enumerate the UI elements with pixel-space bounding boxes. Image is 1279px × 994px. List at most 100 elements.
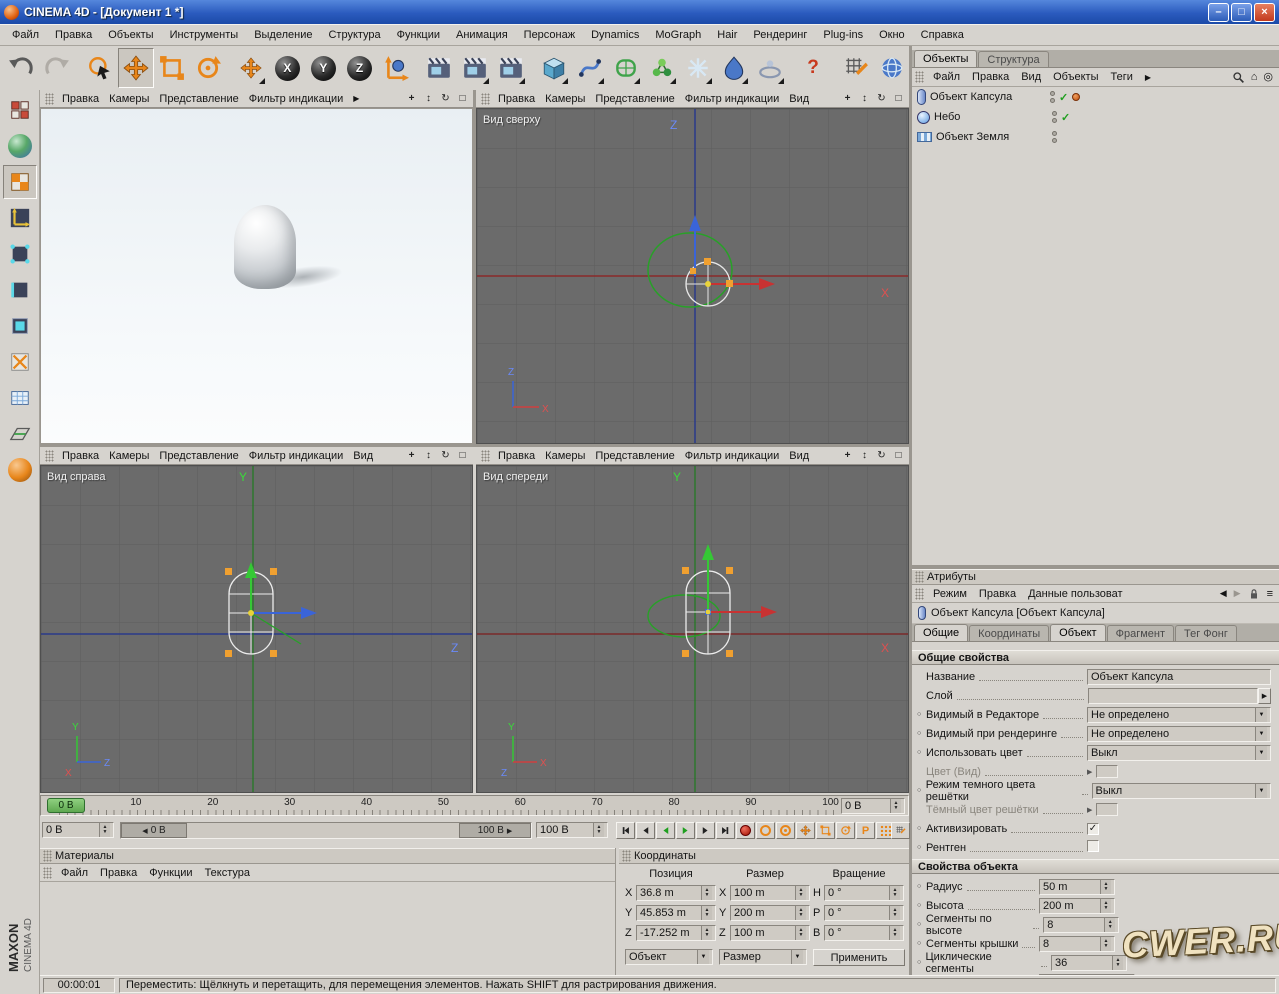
rotate-view-icon[interactable]: ↻ bbox=[873, 91, 890, 107]
viewport-menu-item[interactable]: Фильтр индикации bbox=[680, 93, 785, 105]
object-row-floor[interactable]: Объект Земля bbox=[912, 127, 1279, 147]
zoom-view-icon[interactable]: ↕ bbox=[420, 448, 437, 464]
spinner[interactable] bbox=[1112, 956, 1123, 970]
lock-icon[interactable] bbox=[1248, 588, 1260, 600]
toggle-view-icon[interactable]: □ bbox=[454, 448, 471, 464]
dropdown-arrow-icon[interactable] bbox=[1255, 746, 1267, 760]
viewport-menu-item[interactable]: Правка bbox=[493, 450, 540, 462]
range-slider-right-handle[interactable]: 100 B▶ bbox=[459, 823, 531, 838]
axis-modifier-icon[interactable] bbox=[3, 453, 37, 487]
zoom-view-icon[interactable]: ↕ bbox=[856, 91, 873, 107]
size-x-field[interactable]: 100 m bbox=[730, 885, 810, 901]
capsule-object[interactable] bbox=[234, 205, 296, 289]
menu-item[interactable]: Справка bbox=[913, 26, 972, 44]
om-menu-item[interactable]: Правка bbox=[966, 71, 1015, 83]
add-environment-icon[interactable] bbox=[752, 48, 788, 88]
spinner[interactable] bbox=[889, 906, 900, 920]
section-general[interactable]: Общие свойства bbox=[912, 650, 1279, 665]
menu-item[interactable]: Файл bbox=[4, 26, 47, 44]
enabled-check-icon[interactable]: ✓ bbox=[1059, 91, 1068, 104]
panel-grip-icon[interactable] bbox=[45, 93, 54, 105]
spinner[interactable] bbox=[1100, 880, 1111, 894]
viewport-menu-item[interactable]: Фильтр индикации bbox=[244, 93, 349, 105]
cap-segments-field[interactable]: 8 bbox=[1039, 936, 1115, 952]
snap-settings-icon[interactable] bbox=[838, 48, 874, 88]
record-keyframe-button[interactable] bbox=[736, 822, 755, 839]
add-spline-icon[interactable] bbox=[572, 48, 608, 88]
snap-toggle-icon[interactable] bbox=[891, 822, 910, 839]
spinner[interactable] bbox=[795, 906, 806, 920]
viewport-right[interactable]: Y Z Y X Z Вид справа bbox=[40, 465, 473, 793]
menu-item[interactable]: Dynamics bbox=[583, 26, 647, 44]
visibility-dots-icon[interactable] bbox=[1052, 131, 1057, 143]
menu-item[interactable]: Правка bbox=[47, 26, 100, 44]
live-selection-icon[interactable] bbox=[82, 48, 118, 88]
viewport-menu-item-view[interactable]: Вид bbox=[784, 450, 814, 462]
tab-structure[interactable]: Структура bbox=[978, 51, 1048, 67]
pan-view-icon[interactable]: + bbox=[403, 448, 420, 464]
play-button[interactable] bbox=[676, 822, 695, 839]
maximize-button[interactable]: □ bbox=[1231, 3, 1252, 22]
viewport-top-canvas[interactable]: Z X Z X bbox=[477, 109, 908, 443]
make-editable-icon[interactable] bbox=[3, 93, 37, 127]
visibility-dots-icon[interactable] bbox=[1050, 91, 1055, 103]
rotate-view-icon[interactable]: ↻ bbox=[437, 91, 454, 107]
viewport-right-canvas[interactable]: Y Z Y X Z bbox=[41, 466, 472, 792]
range-slider-track[interactable] bbox=[187, 823, 459, 838]
object-row-sky[interactable]: Небо ✓ bbox=[912, 107, 1279, 127]
size-z-field[interactable]: 100 m bbox=[730, 925, 810, 941]
menu-item[interactable]: Анимация bbox=[448, 26, 516, 44]
dark-grid-dropdown[interactable]: Выкл bbox=[1092, 783, 1271, 799]
redo-button[interactable] bbox=[39, 48, 75, 88]
tab-general[interactable]: Общие bbox=[914, 624, 968, 641]
spinner[interactable] bbox=[1100, 899, 1111, 913]
use-color-dropdown[interactable]: Выкл bbox=[1087, 745, 1271, 761]
zoom-view-icon[interactable]: ↕ bbox=[856, 448, 873, 464]
object-axis-mode-icon[interactable] bbox=[3, 201, 37, 235]
spinner[interactable] bbox=[1100, 937, 1111, 951]
visible-editor-dropdown[interactable]: Не определено bbox=[1087, 707, 1271, 723]
phong-tag-icon[interactable] bbox=[1072, 93, 1080, 101]
panel-grip-icon[interactable] bbox=[43, 867, 52, 879]
add-deformer-icon[interactable] bbox=[716, 48, 752, 88]
spinner[interactable] bbox=[795, 886, 806, 900]
viewport-menu-item[interactable]: Представление bbox=[590, 93, 679, 105]
object-name[interactable]: Объект Земля bbox=[936, 131, 1048, 143]
om-menu-item[interactable]: Файл bbox=[927, 71, 966, 83]
expand-arrow-icon[interactable]: ▶ bbox=[1087, 806, 1092, 814]
xray-checkbox[interactable] bbox=[1087, 840, 1099, 852]
om-menu-item[interactable]: Теги bbox=[1105, 71, 1139, 83]
key-rotation-toggle[interactable] bbox=[836, 822, 855, 839]
object-name[interactable]: Объект Капсула bbox=[930, 91, 1046, 103]
coord-size-dropdown[interactable]: Размер bbox=[719, 949, 807, 965]
goto-start-button[interactable] bbox=[616, 822, 635, 839]
tab-phong[interactable]: Тег Фонг bbox=[1175, 625, 1237, 641]
spinner[interactable] bbox=[593, 823, 604, 837]
viewport-menu-item[interactable]: Камеры bbox=[540, 450, 590, 462]
key-position-toggle[interactable] bbox=[796, 822, 815, 839]
dropdown-arrow-icon[interactable] bbox=[1255, 708, 1267, 722]
panel-grip-icon[interactable] bbox=[45, 450, 54, 462]
viewport-menu-item-view[interactable]: Вид bbox=[348, 450, 378, 462]
frame-spin-field[interactable]: 0 B bbox=[841, 798, 905, 814]
texture-axis-mode-icon[interactable] bbox=[3, 345, 37, 379]
y-axis-lock-button[interactable]: Y bbox=[305, 48, 341, 88]
color-swatch[interactable] bbox=[1096, 803, 1118, 816]
section-object[interactable]: Свойства объекта bbox=[912, 859, 1279, 874]
timeline-range-slider[interactable]: ◀0 B 100 B▶ bbox=[120, 822, 532, 839]
render-view-icon[interactable] bbox=[420, 48, 456, 88]
menu-item[interactable]: Функции bbox=[389, 26, 448, 44]
last-tool-icon[interactable] bbox=[233, 48, 269, 88]
viewport-menu-item[interactable]: Представление bbox=[590, 450, 679, 462]
texture-mode-icon[interactable] bbox=[3, 165, 37, 199]
add-primitive-icon[interactable] bbox=[536, 48, 572, 88]
current-frame-marker[interactable]: 0 B bbox=[47, 798, 85, 813]
panel-grip-icon[interactable] bbox=[915, 588, 924, 600]
viewport-menu-item[interactable]: Представление bbox=[154, 450, 243, 462]
materials-menu-item[interactable]: Функции bbox=[143, 867, 198, 879]
position-y-field[interactable]: 45.853 m bbox=[636, 905, 716, 921]
visible-render-dropdown[interactable]: Не определено bbox=[1087, 726, 1271, 742]
toggle-view-icon[interactable]: □ bbox=[454, 91, 471, 107]
viewport-menu-item[interactable]: Правка bbox=[57, 450, 104, 462]
materials-menu-item[interactable]: Правка bbox=[94, 867, 143, 879]
